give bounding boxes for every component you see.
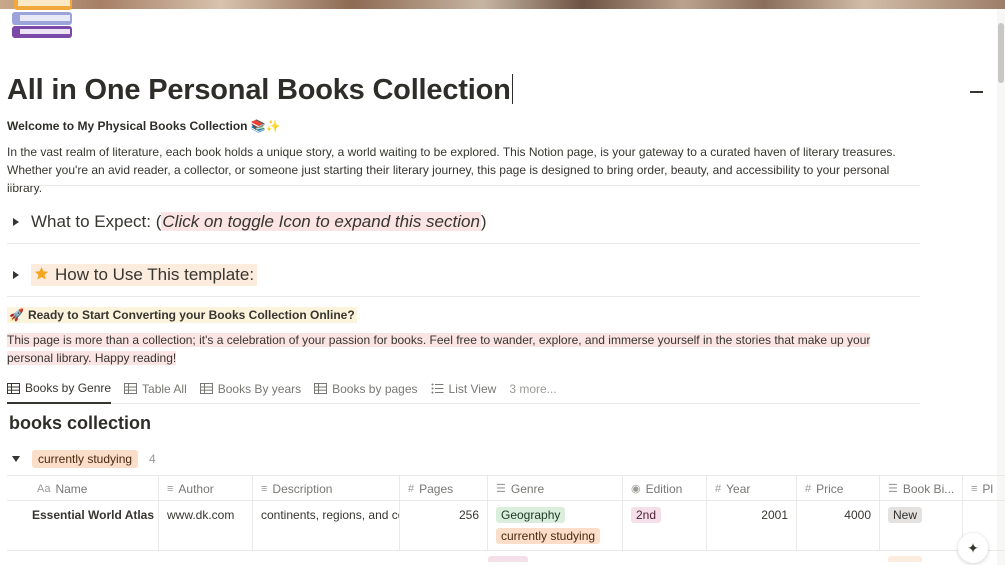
genre-tag: currently studying (496, 528, 601, 544)
cell-book-binding[interactable]: New (880, 501, 963, 551)
number-property-icon: # (408, 482, 415, 495)
group-count: 4 (149, 452, 156, 466)
ai-sparkle-button[interactable]: ✦ (958, 533, 988, 563)
cell-name[interactable]: Essential World Atlas (7, 501, 159, 551)
binding-tag: New (888, 507, 923, 523)
toggle-what-to-expect[interactable]: What to Expect: (Click on toggle Icon to… (7, 212, 487, 232)
column-header-name[interactable]: Aa Name (7, 476, 159, 501)
database-title[interactable]: books collection (9, 413, 151, 434)
callout-heading: 🚀 Ready to Start Converting your Books Co… (7, 307, 357, 323)
toggle-arrow-icon[interactable] (13, 218, 19, 226)
table-icon (124, 383, 138, 394)
welcome-heading: Welcome to My Physical Books Collection … (7, 119, 281, 133)
genre-tag: Geography (496, 507, 566, 523)
text-cursor (511, 74, 513, 104)
text-property-icon: ≡ (167, 482, 174, 495)
cell-edition[interactable]: 2nd (623, 501, 707, 551)
sparkle-icon: ✦ (967, 539, 979, 556)
divider (7, 243, 920, 244)
rocket-icon: 🚀 (9, 308, 24, 322)
cell-price[interactable]: 4000 (797, 501, 880, 551)
toggle-heading: How to Use This template: (31, 264, 258, 286)
edition-tag: 2nd (631, 507, 662, 523)
toggle-heading: What to Expect: (Click on toggle Icon to… (31, 212, 487, 231)
cell-author[interactable]: www.dk.com (159, 501, 253, 551)
multi-select-icon: ☰ (888, 483, 898, 495)
select-property-icon: ◉ (631, 483, 641, 495)
table-row[interactable]: Essential World Atlas www.dk.com contine… (7, 501, 1005, 551)
text-property-icon: ≡ (261, 482, 268, 495)
table-icon (199, 383, 213, 394)
table-header: Aa Name ≡ Author ≡ Description # Pages ☰ Genr… (7, 475, 1005, 501)
scrollbar-thumb[interactable] (998, 23, 1004, 83)
number-property-icon: # (715, 482, 722, 495)
group-tag: currently studying (32, 450, 139, 468)
toggle-how-to-use[interactable]: How to Use This template: (7, 264, 258, 286)
books-icon[interactable] (10, 0, 74, 40)
minimize-icon[interactable] (970, 91, 983, 93)
column-header-book-binding[interactable]: ☰ Book Bi... (880, 476, 963, 501)
passion-paragraph: This page is more than a collection; it'… (7, 333, 871, 365)
database-view-tabs: Books by Genre Table All Books By years … (7, 374, 920, 404)
intro-paragraph: In the vast realm of literature, each bo… (7, 145, 896, 195)
star-icon (34, 266, 49, 280)
divider (7, 185, 920, 186)
next-row-tag-peek (488, 556, 528, 562)
highlighted-text: Click on toggle Icon to expand this sect… (161, 212, 481, 231)
column-header-pl[interactable]: ≡ Pl (963, 476, 1005, 501)
multi-select-icon: ☰ (496, 483, 506, 495)
table-icon (314, 383, 328, 394)
column-header-genre[interactable]: ☰ Genre (488, 476, 623, 501)
column-header-edition[interactable]: ◉ Edition (623, 476, 707, 501)
page-cover-image (0, 0, 1005, 9)
column-header-year[interactable]: # Year (707, 476, 797, 501)
number-property-icon: # (805, 482, 812, 495)
divider (7, 296, 920, 297)
tab-books-by-pages[interactable]: Books by pages (314, 374, 418, 404)
column-header-price[interactable]: # Price (797, 476, 880, 501)
column-header-author[interactable]: ≡ Author (159, 476, 253, 501)
tab-books-by-genre[interactable]: Books by Genre (7, 374, 112, 404)
text-property-icon: Aa (37, 482, 51, 495)
next-row-tag-peek (888, 556, 922, 562)
chevron-down-icon[interactable] (12, 456, 20, 462)
tab-books-by-years[interactable]: Books By years (199, 374, 301, 404)
cell-description[interactable]: continents, regions, and co (253, 501, 400, 551)
page-title[interactable]: All in One Personal Books Collection (7, 74, 513, 107)
group-header-currently-studying[interactable]: currently studying 4 (7, 450, 156, 468)
toggle-arrow-icon[interactable] (13, 271, 19, 279)
cell-genre[interactable]: Geography currently studying (488, 501, 623, 551)
text-property-icon: ≡ (971, 482, 978, 495)
table-icon (7, 382, 20, 394)
cell-pages[interactable]: 256 (400, 501, 488, 551)
column-header-pages[interactable]: # Pages (400, 476, 488, 501)
column-header-description[interactable]: ≡ Description (253, 476, 400, 501)
tab-more-views[interactable]: 3 more... (509, 374, 556, 404)
cell-year[interactable]: 2001 (707, 501, 797, 551)
list-icon (431, 383, 444, 394)
tab-list-view[interactable]: List View (431, 374, 496, 404)
tab-table-all[interactable]: Table All (124, 374, 187, 404)
